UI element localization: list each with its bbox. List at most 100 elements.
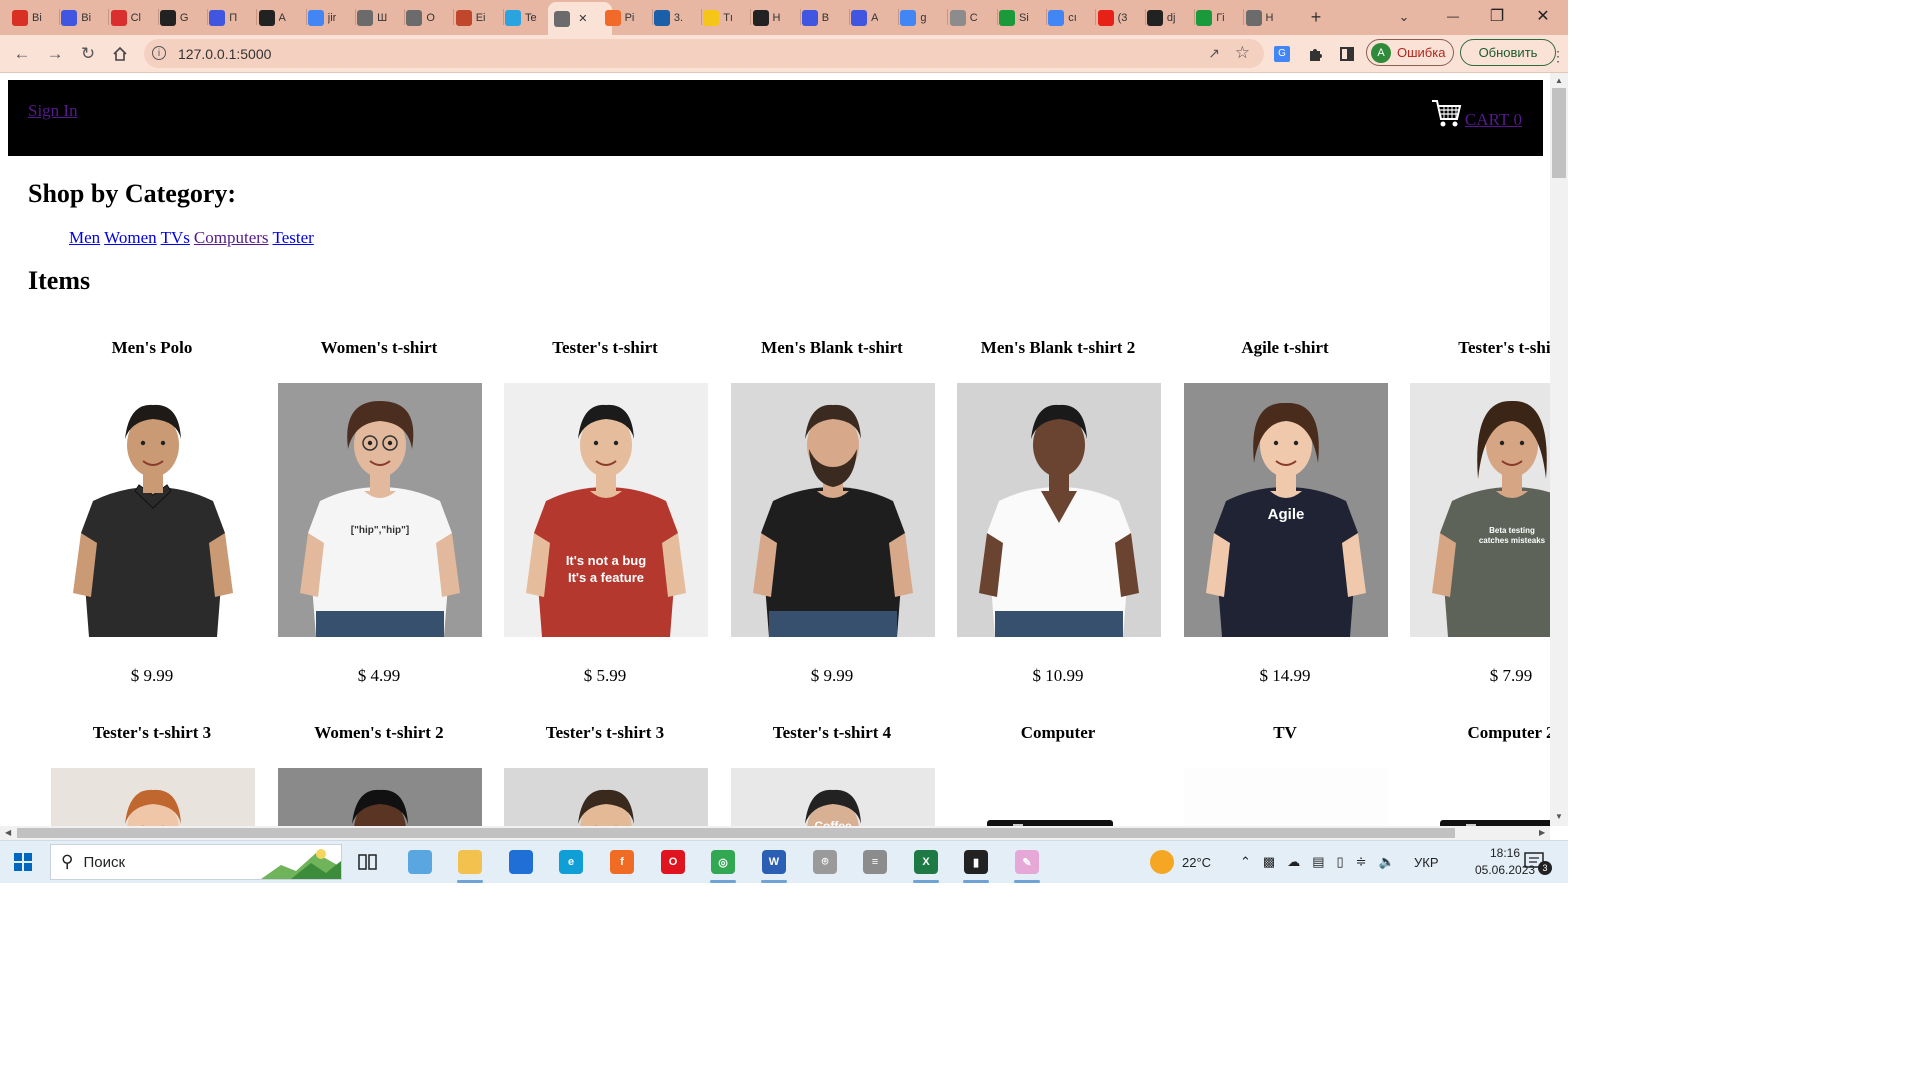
product-card[interactable]: Tester's t-shirt It's not a bug It's a fe… xyxy=(492,338,718,685)
scroll-down-icon[interactable]: ▼ xyxy=(1555,812,1563,821)
opera-icon[interactable]: O xyxy=(658,847,688,877)
browser-tab[interactable]: О xyxy=(406,5,451,31)
product-card[interactable]: Tester's t-shirt 3 xyxy=(39,723,265,826)
firefox-icon[interactable]: f xyxy=(607,847,637,877)
category-link-women[interactable]: Women xyxy=(104,228,156,248)
browser-tab[interactable]: Te xyxy=(505,5,550,31)
extensions-icon[interactable] xyxy=(1303,42,1327,66)
browser-tab[interactable]: cı xyxy=(1048,5,1093,31)
browser-tab[interactable]: g xyxy=(900,5,945,31)
tray-device-icon[interactable]: ▩ xyxy=(1263,854,1275,870)
product-image[interactable] xyxy=(731,383,935,637)
excel-icon[interactable]: X xyxy=(911,847,941,883)
reload-icon[interactable]: ↻ xyxy=(76,42,100,66)
product-name[interactable]: Women's t-shirt 2 xyxy=(266,723,492,743)
paint-icon[interactable]: ✎ xyxy=(1012,847,1042,883)
product-name[interactable]: Women's t-shirt xyxy=(266,338,492,358)
product-name[interactable]: Tester's t-shirt xyxy=(1398,338,1550,358)
browser-tab[interactable]: C xyxy=(949,5,995,31)
product-image[interactable] xyxy=(504,768,708,826)
category-link-tester[interactable]: Tester xyxy=(273,228,314,248)
product-image[interactable] xyxy=(51,383,255,637)
product-card[interactable]: Computer xyxy=(945,723,1171,826)
side-panel-icon[interactable] xyxy=(1335,42,1359,66)
home-icon[interactable] xyxy=(108,42,132,66)
product-card[interactable]: Men's Blank t-shirt $ 9.99 xyxy=(719,338,945,685)
language-indicator[interactable]: УКР xyxy=(1414,841,1439,883)
product-image[interactable]: It's not a bug It's a feature xyxy=(504,383,708,637)
product-name[interactable]: Tester's t-shirt xyxy=(492,338,718,358)
browser-tab[interactable]: ✕ xyxy=(548,2,613,35)
product-name[interactable]: Men's Blank t-shirt 2 xyxy=(945,338,1171,358)
chrome-icon[interactable]: ◎ xyxy=(708,847,738,883)
scroll-right-icon[interactable]: ▶ xyxy=(1539,828,1545,837)
product-name[interactable]: Agile t-shirt xyxy=(1172,338,1398,358)
product-name[interactable]: Computer 2 xyxy=(1398,723,1550,743)
product-name[interactable]: Tester's t-shirt 3 xyxy=(39,723,265,743)
browser-tab[interactable]: dj xyxy=(1146,5,1192,31)
product-image[interactable]: ["hip","hip"] xyxy=(278,383,482,637)
terminal-icon[interactable]: ▮ xyxy=(961,847,991,883)
new-tab-button[interactable]: + xyxy=(1305,5,1327,29)
product-image[interactable] xyxy=(1184,768,1388,826)
bookmark-star-icon[interactable]: ☆ xyxy=(1235,43,1250,63)
browser-tab[interactable]: Ш xyxy=(357,5,402,31)
browser-tab[interactable]: A xyxy=(851,5,896,31)
product-card[interactable]: Tester's t-shirt 4 Coffee xyxy=(719,723,945,826)
tray-chevron-up-icon[interactable]: ⌃ xyxy=(1240,854,1251,870)
edge-icon[interactable]: e xyxy=(556,847,586,877)
taskbar-search[interactable]: ⚲ Поиск xyxy=(50,844,342,880)
wifi-icon[interactable]: ≑ xyxy=(1356,854,1367,870)
product-card[interactable]: Tester's t-shirt 3 xyxy=(492,723,718,826)
site-info-icon[interactable]: i xyxy=(152,46,166,60)
scroll-up-icon[interactable]: ▲ xyxy=(1555,76,1563,85)
product-name[interactable]: Men's Blank t-shirt xyxy=(719,338,945,358)
browser-tab[interactable]: Tı xyxy=(703,5,748,31)
word-icon[interactable]: W xyxy=(759,847,789,883)
browser-tab[interactable]: П xyxy=(209,5,254,31)
windows-start-icon[interactable] xyxy=(14,853,32,876)
vertical-scroll-thumb[interactable] xyxy=(1552,88,1566,178)
network-icon[interactable]: ⌾ xyxy=(810,847,840,877)
update-button[interactable]: Обновить xyxy=(1460,39,1556,66)
weather-widget[interactable]: 22°C xyxy=(1150,841,1211,883)
task-view-icon[interactable] xyxy=(353,847,383,877)
browser-tab[interactable]: jir xyxy=(307,5,353,31)
product-name[interactable]: TV xyxy=(1172,723,1398,743)
product-card[interactable]: Agile t-shirt Agile $ 14.99 xyxy=(1172,338,1398,685)
address-bar-url[interactable]: 127.0.0.1:5000 xyxy=(178,46,271,62)
browser-tab[interactable]: Bi xyxy=(12,5,57,31)
share-icon[interactable]: ↗ xyxy=(1208,45,1220,62)
close-tab-icon[interactable]: ✕ xyxy=(578,12,587,25)
widgets-icon[interactable] xyxy=(405,847,435,877)
product-card[interactable]: Men's Polo $ 9.99 xyxy=(39,338,265,685)
close-window-icon[interactable]: ✕ xyxy=(1520,0,1566,32)
address-bar[interactable]: i 127.0.0.1:5000 ↗ ☆ xyxy=(144,39,1264,68)
browser-tab[interactable]: Si xyxy=(999,5,1044,31)
browser-tab[interactable]: 3. xyxy=(653,5,699,31)
browser-tab[interactable]: A xyxy=(258,5,304,31)
browser-tab[interactable]: Pi xyxy=(604,5,650,31)
profile-error-button[interactable]: A Ошибка xyxy=(1366,39,1454,66)
tab-search-chevron-icon[interactable]: ⌄ xyxy=(1393,5,1415,29)
product-image[interactable]: Beta testing catches misteaks xyxy=(1410,383,1550,637)
product-image[interactable]: Coffee xyxy=(731,768,935,826)
minimize-icon[interactable]: — xyxy=(1430,0,1476,32)
database-icon[interactable]: ≡ xyxy=(860,847,890,877)
notifications-icon[interactable]: 3 xyxy=(1524,851,1552,876)
translate-icon[interactable]: G xyxy=(1270,42,1294,66)
browser-tab[interactable]: (3 xyxy=(1097,5,1143,31)
product-image[interactable] xyxy=(278,768,482,826)
vertical-scrollbar[interactable] xyxy=(1550,73,1568,826)
category-link-men[interactable]: Men xyxy=(69,228,100,248)
browser-tab[interactable]: H xyxy=(752,5,798,31)
category-link-tvs[interactable]: TVs xyxy=(161,228,190,248)
sign-in-link[interactable]: Sign In xyxy=(28,101,78,121)
scroll-left-icon[interactable]: ◀ xyxy=(5,828,11,837)
menu-kebab-icon[interactable]: ⋮ xyxy=(1546,44,1570,68)
store-icon[interactable] xyxy=(506,847,536,877)
browser-tab[interactable]: Ei xyxy=(455,5,501,31)
file-explorer-icon[interactable] xyxy=(455,847,485,883)
product-card[interactable]: Men's Blank t-shirt 2 $ 10.99 xyxy=(945,338,1171,685)
product-image[interactable] xyxy=(957,383,1161,637)
